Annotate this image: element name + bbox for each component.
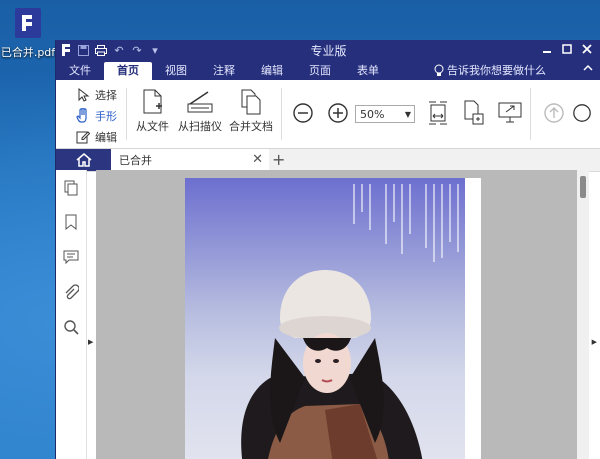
desktop-file-label: 已合并.pdf [0,46,56,59]
from-file-button[interactable]: 从文件 [136,86,169,134]
zoom-out-icon [293,103,313,123]
full-screen-button[interactable] [496,99,524,127]
maximize-icon[interactable] [557,40,577,58]
document-tab-bar: 已合并 ✕ + [56,149,600,172]
edit-icon [76,130,90,143]
app-logo-icon [62,44,70,56]
tell-me-label: 告诉我你想要做什么 [447,64,546,77]
scanner-icon [187,91,213,113]
new-file-icon [143,89,162,114]
cursor-icon [78,87,90,102]
bookmark-icon[interactable] [63,214,79,230]
tab-comment[interactable]: 注释 [200,62,248,80]
vertical-scrollbar[interactable] [577,170,589,459]
from-scanner-label: 从扫描仪 [178,120,222,133]
tab-page[interactable]: 页面 [296,62,344,80]
tab-view[interactable]: 视图 [152,62,200,80]
pdf-page [185,178,481,459]
title-bar: ↶ ↷ ▾ 专业版 [56,40,600,60]
page-photo [185,178,465,459]
tab-home[interactable]: 首页 [104,62,152,80]
tab-edit[interactable]: 编辑 [248,62,296,80]
rotate-page-button[interactable] [460,99,488,127]
next-page-button[interactable] [572,99,592,127]
home-icon [76,153,91,167]
minimize-icon[interactable] [537,40,557,58]
zoom-level-select[interactable]: 50% ▼ [355,105,415,123]
rotate-page-icon [464,100,484,125]
attachment-icon[interactable] [63,284,79,300]
document-tab[interactable]: 已合并 ✕ [111,149,269,171]
ribbon-toolbar: 选择 手形 编辑 从文件 从扫描仪 合并文档 50% ▼ [56,80,600,149]
redo-icon[interactable]: ↷ [128,41,146,59]
scrollbar-thumb[interactable] [580,176,586,198]
ribbon-separator [281,88,282,140]
close-icon[interactable] [577,40,597,58]
ribbon-tab-bar: 文件 首页 视图 注释 编辑 页面 表单 告诉我你想要做什么 [56,60,600,80]
chevron-down-icon: ▼ [404,109,411,119]
lightbulb-icon [434,64,444,76]
select-tool[interactable]: 选择 [76,84,117,105]
hand-tool[interactable]: 手形 [76,105,117,126]
comment-icon[interactable] [63,249,79,265]
previous-page-button[interactable] [540,99,568,127]
full-screen-icon [498,102,522,123]
edit-tool-label: 编辑 [95,130,117,144]
document-area: ▶ ▶ [56,170,600,459]
document-tab-label: 已合并 [119,154,152,167]
hand-icon [76,108,87,123]
zoom-level-value: 50% [360,107,385,121]
collapse-ribbon-icon[interactable] [583,62,593,75]
from-scanner-button[interactable]: 从扫描仪 [178,86,222,134]
quick-access-dropdown-icon[interactable]: ▾ [146,41,164,59]
portrait-image [241,184,459,459]
tab-form[interactable]: 表单 [344,62,383,80]
edit-tool[interactable]: 编辑 [76,126,117,147]
circle-arrow-icon [573,104,591,122]
home-tab[interactable] [56,149,111,171]
print-icon[interactable] [92,41,110,59]
left-sidebar [56,170,87,459]
page-canvas [96,170,589,459]
from-file-label: 从文件 [136,120,169,133]
expand-right-panel-icon[interactable]: ▶ [592,338,597,346]
close-tab-icon[interactable]: ✕ [252,152,263,167]
hand-tool-label: 手形 [95,109,117,123]
pdf-editor-window: ↶ ↷ ▾ 专业版 文件 首页 视图 注释 编辑 页面 表单 告诉我你想要做什么 [55,40,600,459]
select-tool-label: 选择 [95,88,117,102]
undo-icon[interactable]: ↶ [110,41,128,59]
merge-documents-icon [241,89,261,115]
pdf-file-icon [15,8,41,38]
ribbon-separator [126,88,127,140]
zoom-out-button[interactable] [289,99,317,127]
thumbnails-icon[interactable] [63,180,79,196]
new-tab-icon[interactable]: + [272,150,285,169]
up-arrow-icon [544,103,564,123]
tell-me-search[interactable]: 告诉我你想要做什么 [434,62,546,78]
merge-documents-button[interactable]: 合并文档 [229,86,273,134]
expand-sidebar-icon[interactable]: ▶ [88,338,93,346]
merge-documents-label: 合并文档 [229,120,273,133]
search-icon[interactable] [63,319,79,335]
zoom-in-button[interactable] [324,99,352,127]
desktop-pdf-file[interactable]: 已合并.pdf [0,8,56,60]
ribbon-separator [530,88,531,140]
fit-width-button[interactable] [424,99,452,127]
zoom-in-icon [328,103,348,123]
fit-width-icon [429,101,447,125]
tab-file[interactable]: 文件 [56,62,104,80]
save-icon[interactable] [74,41,92,59]
